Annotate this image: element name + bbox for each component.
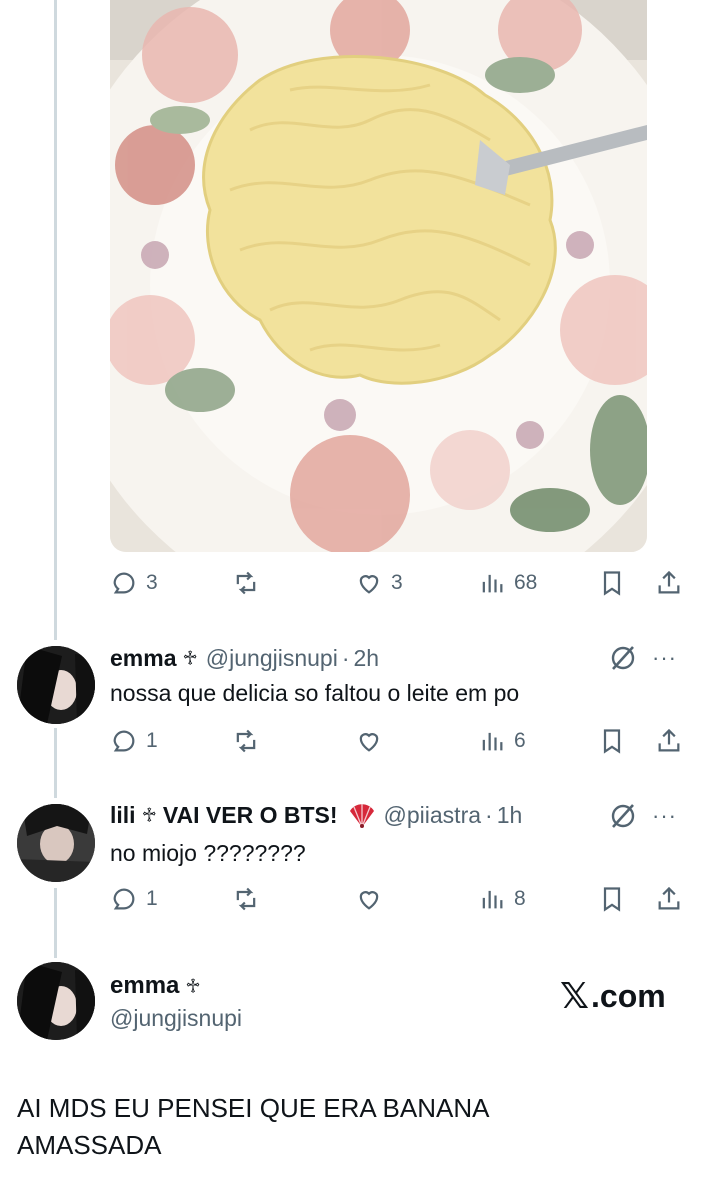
name-cross-symbol: ♱ xyxy=(185,976,201,998)
reply-button[interactable]: 1 xyxy=(110,724,158,758)
views-chart-icon xyxy=(482,574,503,593)
grok-icon[interactable] xyxy=(608,801,638,831)
reply-count: 1 xyxy=(146,729,158,752)
heart-icon xyxy=(359,733,379,752)
views-chart-icon xyxy=(482,890,503,909)
reply-header: lili ♱ VAI VER O BTS! @piiastra · 1h xyxy=(110,800,522,830)
reply-action-bar: 1 6 xyxy=(110,724,686,758)
grok-icon[interactable] xyxy=(608,643,638,673)
x-logo-icon: 𝕏 xyxy=(560,975,590,1016)
user-handle[interactable]: @jungjisnupi xyxy=(206,645,338,672)
quote-user-handle[interactable]: @jungjisnupi xyxy=(110,1005,242,1032)
views-count: 8 xyxy=(514,887,526,910)
share-icon xyxy=(658,886,680,910)
display-name[interactable]: emma xyxy=(110,645,176,672)
like-button[interactable]: 3 xyxy=(355,566,403,600)
avatar[interactable] xyxy=(17,804,95,882)
avatar-photo xyxy=(17,962,95,1040)
reply-icon xyxy=(113,888,135,910)
quote-text: AI MDS EU PENSEI QUE ERA BANANA AMASSADA xyxy=(17,1093,489,1160)
views-chart-icon xyxy=(482,732,503,751)
folding-fan-emoji-icon xyxy=(349,804,374,828)
display-name[interactable]: lili xyxy=(110,802,136,829)
like-button[interactable] xyxy=(355,882,383,916)
reply-header: emma ♱ @jungjisnupi · 2h xyxy=(110,643,379,673)
like-count: 3 xyxy=(391,571,403,594)
share-icon xyxy=(658,728,680,752)
views-count: 68 xyxy=(514,571,538,594)
separator-dot: · xyxy=(485,801,493,828)
more-options-icon[interactable]: ··· xyxy=(652,645,677,671)
share-icon xyxy=(658,570,680,594)
timestamp[interactable]: 2h xyxy=(354,645,380,672)
post-image[interactable] xyxy=(110,0,647,552)
thread-line-top xyxy=(54,0,57,640)
name-cross-symbol: ♱ xyxy=(182,647,198,670)
avatar-photo xyxy=(17,804,95,882)
repost-icon xyxy=(236,571,256,595)
reply-button[interactable]: 3 xyxy=(110,566,158,600)
quote-display-name[interactable]: emma ♱ xyxy=(110,972,201,1000)
more-options-icon[interactable]: ··· xyxy=(652,803,677,829)
bookmark-button[interactable] xyxy=(598,882,626,916)
reply-count: 1 xyxy=(146,887,158,910)
views-button[interactable]: 6 xyxy=(478,724,526,758)
views-button[interactable]: 68 xyxy=(478,566,537,600)
user-handle[interactable]: @piiastra xyxy=(384,802,482,829)
reply-text: nossa que delicia so faltou o leite em p… xyxy=(110,680,520,706)
views-count: 6 xyxy=(514,729,526,752)
reply-count: 3 xyxy=(146,571,158,594)
share-button[interactable] xyxy=(655,724,683,758)
heart-icon xyxy=(359,575,379,594)
display-name[interactable]: emma xyxy=(110,972,179,999)
bookmark-icon xyxy=(603,729,621,754)
reply-icon xyxy=(113,572,135,594)
bookmark-icon xyxy=(603,571,621,596)
repost-icon xyxy=(236,887,256,911)
repost-icon xyxy=(236,729,256,753)
reply-icon xyxy=(113,730,135,752)
brand-domain: .com xyxy=(591,977,666,1014)
repost-button[interactable] xyxy=(232,566,260,600)
repost-button[interactable] xyxy=(232,882,260,916)
display-name-suffix[interactable]: VAI VER O BTS! xyxy=(163,802,338,829)
quote-avatar[interactable] xyxy=(17,962,95,1040)
name-cross-symbol: ♱ xyxy=(141,804,157,827)
share-button[interactable] xyxy=(655,566,683,600)
post-action-bar: 3 3 68 xyxy=(110,566,686,600)
views-button[interactable]: 8 xyxy=(478,882,526,916)
thread-line-bottom xyxy=(54,888,57,958)
like-button[interactable] xyxy=(355,724,383,758)
thread-line-middle xyxy=(54,728,57,798)
separator-dot: · xyxy=(341,644,350,671)
share-button[interactable] xyxy=(655,882,683,916)
x-com-watermark: 𝕏 .com xyxy=(560,975,666,1017)
reply-button[interactable]: 1 xyxy=(110,882,158,916)
avatar[interactable] xyxy=(17,646,95,724)
heart-icon xyxy=(359,891,379,910)
reply-action-bar: 1 8 xyxy=(110,882,686,916)
bookmark-icon xyxy=(603,887,621,912)
reply-text: no miojo ???????? xyxy=(110,840,306,866)
bookmark-button[interactable] xyxy=(598,566,626,600)
noodle-plate-illustration xyxy=(110,0,647,552)
timestamp[interactable]: 1h xyxy=(497,802,523,829)
avatar-photo xyxy=(17,646,95,724)
bookmark-button[interactable] xyxy=(598,724,626,758)
repost-button[interactable] xyxy=(232,724,260,758)
